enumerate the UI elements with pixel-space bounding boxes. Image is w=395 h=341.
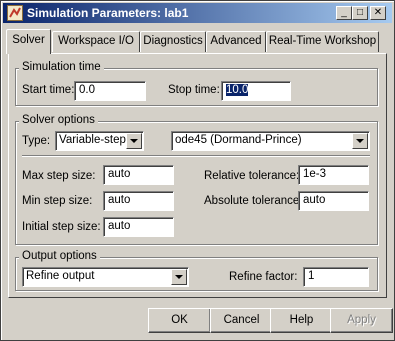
output-mode-value: Refine output: [26, 270, 95, 282]
refine-factor-label: Refine factor:: [229, 271, 298, 283]
max-step-field[interactable]: auto: [103, 165, 174, 185]
tab-advanced[interactable]: Advanced: [206, 31, 266, 52]
help-button[interactable]: Help: [270, 308, 333, 333]
tab-real-time-workshop[interactable]: Real-Time Workshop: [266, 31, 379, 52]
chevron-down-icon[interactable]: [352, 133, 368, 149]
max-step-label: Max step size:: [22, 170, 96, 182]
tab-solver[interactable]: Solver: [6, 29, 51, 54]
initial-step-field[interactable]: auto: [103, 217, 174, 237]
solver-separator: [22, 155, 370, 157]
ok-button[interactable]: OK: [148, 308, 211, 333]
start-time-label: Start time:: [22, 84, 75, 96]
min-step-label: Min step size:: [22, 195, 93, 207]
absolute-tolerance-label: Absolute tolerance:: [204, 195, 303, 207]
relative-tolerance-label: Relative tolerance:: [204, 170, 300, 182]
solver-type-value: Variable-step: [59, 134, 126, 146]
cancel-button[interactable]: Cancel: [210, 308, 273, 333]
simulation-time-title: Simulation time: [19, 61, 104, 73]
absolute-tolerance-field[interactable]: auto: [298, 191, 369, 211]
initial-step-label: Initial step size:: [22, 221, 101, 233]
stop-time-field[interactable]: 10.0: [221, 81, 291, 101]
output-mode-dropdown[interactable]: Refine output: [22, 267, 189, 287]
refine-factor-field[interactable]: 1: [303, 267, 369, 287]
solver-options-title: Solver options: [19, 114, 98, 126]
minimize-button[interactable]: _: [336, 6, 352, 20]
start-time-field[interactable]: 0.0: [74, 81, 146, 101]
min-step-field[interactable]: auto: [103, 191, 174, 211]
chevron-down-icon[interactable]: [171, 269, 187, 285]
maximize-button[interactable]: □: [352, 6, 368, 20]
solver-method-value: ode45 (Dormand-Prince): [175, 134, 302, 146]
solver-type-dropdown[interactable]: Variable-step: [55, 131, 144, 151]
output-options-title: Output options: [19, 250, 100, 262]
tab-workspace-io[interactable]: Workspace I/O: [52, 31, 140, 52]
matlab-icon[interactable]: [7, 5, 23, 21]
apply-button[interactable]: Apply: [330, 308, 393, 333]
type-label: Type:: [22, 135, 51, 147]
tab-diagnostics[interactable]: Diagnostics: [140, 31, 206, 52]
solver-method-dropdown[interactable]: ode45 (Dormand-Prince): [171, 131, 370, 151]
stop-time-value: 10.0: [226, 84, 249, 96]
title-bar[interactable]: Simulation Parameters: lab1 _ □ ✕: [3, 3, 392, 23]
close-button[interactable]: ✕: [370, 6, 386, 20]
window-title: Simulation Parameters: lab1: [27, 6, 189, 20]
chevron-down-icon[interactable]: [126, 133, 142, 149]
stop-time-label: Stop time:: [168, 84, 220, 96]
relative-tolerance-field[interactable]: 1e-3: [298, 165, 369, 185]
